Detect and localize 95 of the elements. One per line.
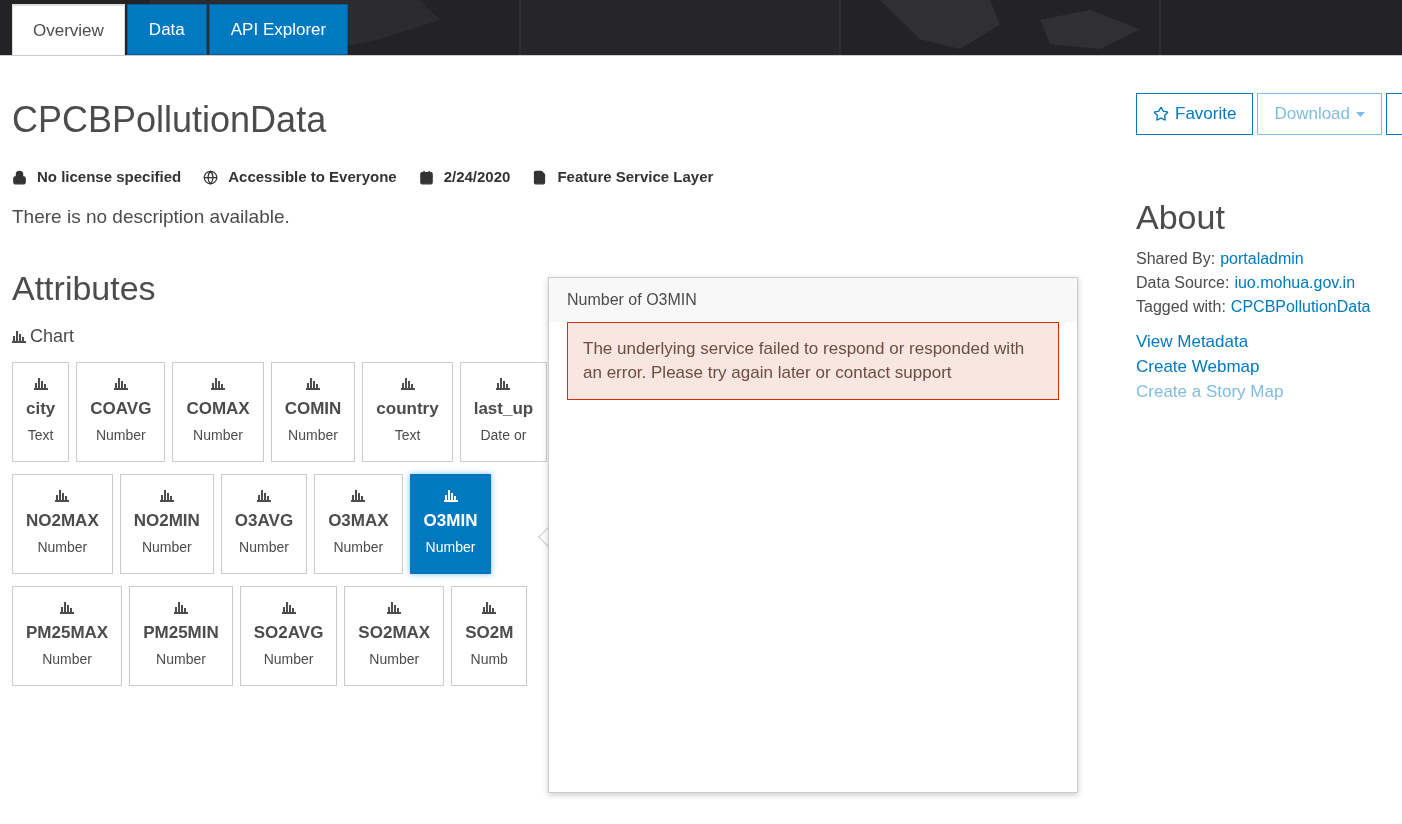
bar-chart-icon — [443, 489, 458, 502]
star-icon — [1153, 106, 1169, 122]
chart-label: Chart — [30, 325, 74, 348]
field-type: Number — [37, 538, 88, 558]
caret-icon — [1356, 111, 1366, 117]
attribute-card[interactable]: last_up Date or — [459, 362, 548, 462]
attribute-card[interactable]: NO2MIN Number — [119, 474, 214, 574]
bar-chart-icon — [257, 489, 271, 502]
field-name: city — [26, 397, 56, 420]
field-type: Number — [95, 426, 146, 446]
error-message: The underlying service failed to respond or responded with an error. Please try again later or contact support — [583, 338, 1026, 384]
attribute-card[interactable]: city Text — [12, 362, 70, 462]
attribute-card[interactable]: O3MAX Number — [314, 474, 403, 574]
attribute-card[interactable]: O3MIN Number — [409, 474, 492, 574]
action-link[interactable]: View Metadata — [1136, 329, 1249, 354]
field-name: O3MIN — [423, 509, 478, 532]
bar-chart-icon — [60, 601, 75, 614]
field-type: Number — [239, 538, 289, 558]
field-type: Numb — [470, 650, 508, 670]
attribute-card[interactable]: SO2M Numb — [451, 586, 528, 686]
bar-chart-icon — [173, 601, 188, 614]
detail-link[interactable]: portaladmin — [1220, 247, 1304, 271]
bar-chart-icon — [55, 489, 70, 502]
attribute-card[interactable]: O3AVG Number — [220, 474, 308, 574]
field-type: Text — [394, 426, 421, 446]
favorite-button[interactable]: Favorite — [1136, 93, 1254, 135]
field-type: Number — [193, 426, 243, 446]
attribute-card[interactable]: SO2AVG Number — [239, 586, 338, 686]
attribute-card[interactable]: COAVG Number — [76, 362, 166, 462]
field-name: COAVG — [90, 397, 152, 420]
bar-chart-icon — [12, 330, 26, 343]
meta-text: 2/24/2020 — [443, 167, 511, 187]
field-type: Number — [369, 650, 420, 670]
bar-chart-icon — [351, 489, 366, 502]
attribute-card[interactable]: NO2MAX Number — [12, 474, 113, 574]
more-button[interactable] — [1386, 93, 1402, 135]
bar-chart-icon — [387, 601, 402, 614]
attribute-card[interactable]: SO2MAX Number — [344, 586, 445, 686]
detail-link[interactable]: CPCBPollutionData — [1230, 295, 1371, 319]
detail-label: Tagged with: — [1136, 297, 1226, 317]
attribute-card[interactable]: COMIN Number — [270, 362, 356, 462]
bar-chart-icon — [33, 377, 48, 390]
bar-chart-icon — [281, 601, 296, 614]
calendar-icon — [418, 169, 434, 185]
about-heading: About — [1136, 197, 1226, 237]
attribute-card[interactable]: country Text — [362, 362, 453, 462]
field-name: COMIN — [284, 397, 342, 420]
field-type: Number — [156, 650, 206, 670]
field-name: SO2MAX — [358, 621, 431, 644]
field-type: Number — [141, 538, 192, 558]
bar-chart-icon — [113, 377, 128, 390]
field-type: Number — [263, 650, 314, 670]
action-link[interactable]: Create Webmap — [1136, 354, 1260, 379]
field-type: Number — [288, 426, 338, 446]
popover-title: Number of O3MIN — [567, 291, 697, 308]
field-name: PM25MIN — [143, 621, 219, 644]
tab[interactable]: API Explorer — [208, 4, 349, 55]
meta-text: No license specified — [37, 167, 182, 187]
detail-label: Shared By: — [1136, 249, 1216, 269]
globe-icon — [203, 169, 219, 185]
detail-label: Data Source: — [1136, 273, 1230, 293]
field-type: Date or — [480, 426, 527, 446]
field-name: NO2MIN — [133, 509, 200, 532]
bar-chart-icon — [159, 489, 174, 502]
field-name: O3MAX — [328, 509, 389, 532]
field-name: last_up — [473, 397, 534, 420]
bar-chart-icon — [496, 377, 511, 390]
tab[interactable]: Data — [126, 4, 207, 55]
field-name: O3AVG — [234, 509, 294, 532]
attribute-card[interactable]: COMAX Number — [172, 362, 264, 462]
description-text: There is no description available. — [12, 204, 291, 229]
bar-chart-icon — [306, 377, 320, 390]
item-title: CPCBPollutionData — [12, 98, 328, 142]
field-name: SO2AVG — [253, 621, 324, 644]
attribute-card[interactable]: PM25MAX Number — [12, 586, 123, 686]
field-name: country — [376, 397, 439, 420]
bar-chart-icon — [211, 377, 225, 390]
section-heading: Attributes — [12, 268, 156, 309]
meta-text: Feature Service Layer — [557, 167, 714, 187]
file-icon — [532, 169, 548, 185]
field-type: Number — [425, 538, 476, 558]
detail-link[interactable]: iuo.mohua.gov.in — [1234, 271, 1356, 295]
field-name: SO2M — [465, 621, 514, 644]
lock-icon — [12, 169, 27, 185]
field-name: COMAX — [186, 397, 250, 420]
bar-chart-icon — [482, 601, 497, 614]
field-name: NO2MAX — [26, 509, 99, 532]
field-name: PM25MAX — [26, 621, 109, 644]
bar-chart-icon — [400, 377, 415, 390]
field-type: Number — [42, 650, 92, 670]
field-type: Number — [333, 538, 384, 558]
tab[interactable]: Overview — [12, 4, 125, 55]
field-type: Text — [27, 426, 54, 446]
attribute-card[interactable]: PM25MIN Number — [129, 586, 233, 686]
meta-text: Accessible to Everyone — [228, 167, 397, 187]
